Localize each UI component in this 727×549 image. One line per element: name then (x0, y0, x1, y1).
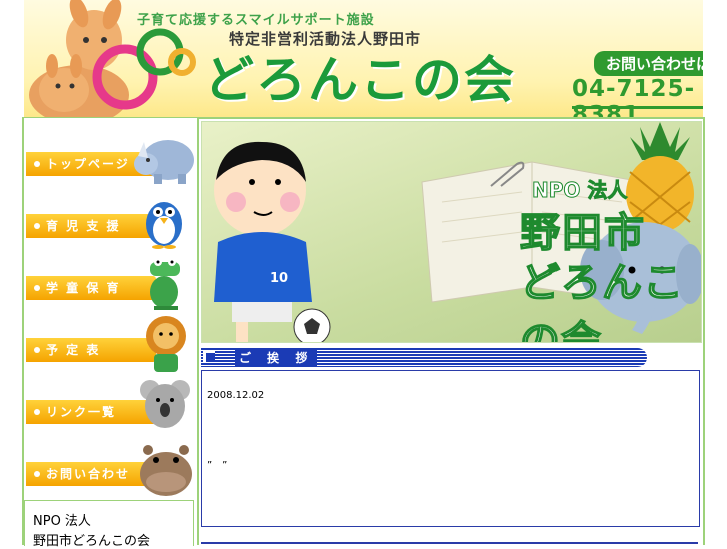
nav-item-childcare[interactable]: 育 児 支 援 (26, 190, 196, 250)
hero-npo-label: NPO 法人 (531, 178, 628, 203)
corner-bracket-icon (203, 350, 215, 362)
site-header: 子育て応援するスマイルサポート施設 特定非営利活動法人野田市 どろんこの会 お問… (24, 0, 703, 119)
nav-label: お問い合わせ (46, 467, 131, 481)
profile-line-2: 野田市どろんこの会 (33, 534, 151, 549)
header-org-name: 特定非営利活動法人野田市 (229, 30, 422, 48)
koala-icon (140, 380, 190, 428)
content-bottom-border (201, 542, 698, 544)
nav-item-contact[interactable]: お問い合わせ (26, 438, 196, 498)
lion-icon (146, 316, 186, 372)
nav-label: 予 定 表 (46, 343, 101, 357)
boy-soccer-icon: 10 (214, 141, 331, 342)
frame-sidebar-border (197, 117, 199, 545)
nav-item-links[interactable]: リンク一覧 (26, 376, 196, 436)
greeting-content-box: 2008.12.02 ” ” (201, 370, 700, 527)
crocodile-icon (150, 258, 180, 310)
nav-label: トップページ (46, 157, 130, 171)
hippo-icon (140, 445, 192, 496)
contact-label: お問い合わせは (594, 51, 703, 76)
nav-label: リンク一覧 (46, 405, 117, 419)
phone-number: 04-7125-8381 (572, 76, 696, 119)
profile-line-1: NPO 法人 (33, 514, 91, 529)
header-tagline: 子育て応援するスマイルサポート施設 (137, 13, 375, 28)
nav-label: 育 児 支 援 (46, 219, 121, 233)
greeting-header: ご 挨 拶 (201, 346, 647, 367)
nav-item-after-school[interactable]: 学 童 保 育 (26, 252, 196, 312)
nav-item-top[interactable]: トップページ (26, 128, 196, 188)
rhino-icon (134, 140, 194, 184)
greeting-title: ご 挨 拶 (235, 349, 318, 366)
paperclip-icon (490, 161, 525, 187)
bird-icon (146, 202, 182, 249)
frame-right-border (703, 117, 705, 545)
hero-org-name: どろんこの会 (519, 259, 684, 343)
nav-label: 学 童 保 育 (46, 281, 121, 295)
org-profile-box: NPO 法人 野田市どろんこの会 (24, 500, 194, 549)
post-quote: ” ” (207, 460, 228, 471)
post-date: 2008.12.02 (207, 390, 265, 401)
nav-item-schedule[interactable]: 予 定 表 (26, 314, 196, 374)
phone-underline (572, 106, 703, 109)
jersey-number: 10 (270, 271, 288, 286)
hero-banner: 10 NPO 法人 野田市 どろんこの会 (201, 121, 702, 343)
site-title[interactable]: どろんこの会 (204, 50, 516, 110)
sidebar-nav: トップページ 育 児 支 援 学 童 保 育 予 定 表 リンク一覧 お問い合わ… (24, 118, 197, 545)
logo-icon (92, 28, 196, 110)
